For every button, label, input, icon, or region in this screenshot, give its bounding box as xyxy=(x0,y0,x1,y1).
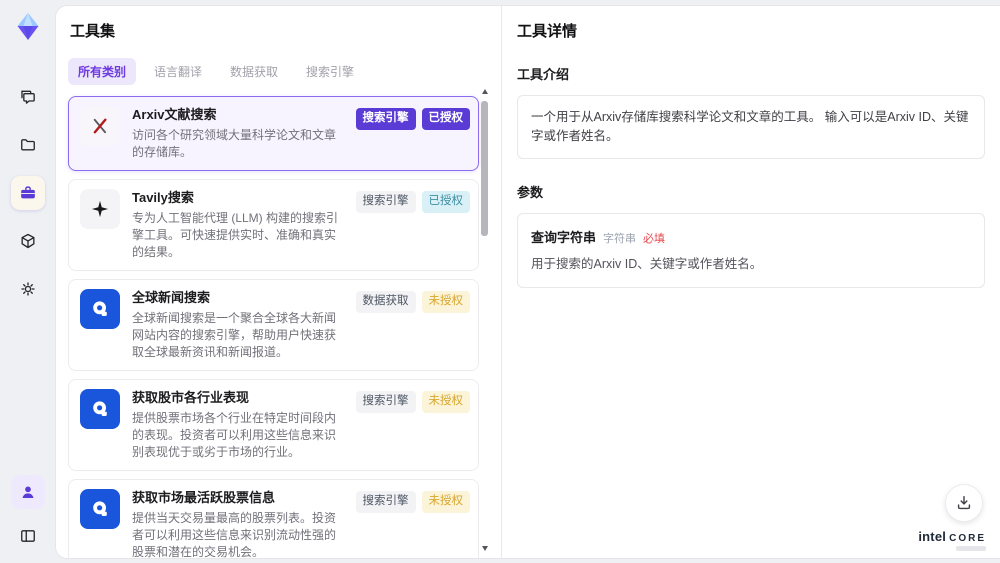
tool-description: 提供当天交易量最高的股票列表。投资者可以利用这些信息来识别流动性强的股票和潜在的… xyxy=(132,511,337,558)
chat-bubbles-icon xyxy=(20,90,35,104)
tool-card-body: Tavily搜索专为人工智能代理 (LLM) 构建的搜索引擎工具。可快速提供实时… xyxy=(132,189,344,261)
tool-icon xyxy=(80,189,120,229)
download-icon xyxy=(957,496,971,510)
gear-icon xyxy=(20,282,35,296)
intel-word: intel xyxy=(918,529,947,544)
tool-name: 获取市场最活跃股票信息 xyxy=(132,490,276,505)
parameter-header: 查询字符串 字符串 必填 xyxy=(531,227,971,246)
tab-2[interactable]: 数据获取 xyxy=(220,58,288,85)
folder-icon xyxy=(20,139,35,151)
news-q-logo-icon xyxy=(93,501,107,516)
arxiv-logo-icon xyxy=(93,118,107,134)
params-section-header: 参数 xyxy=(517,185,544,200)
auth-status-badge: 已授权 xyxy=(421,108,470,130)
tool-name: 全球新闻搜索 xyxy=(132,290,211,305)
news-q-logo-icon xyxy=(93,401,107,416)
tool-icon xyxy=(80,489,120,529)
app-rail xyxy=(0,0,55,563)
parameter-description: 用于搜索的Arxiv ID、关键字或作者姓名。 xyxy=(531,257,763,271)
parameter-type: 字符串 xyxy=(603,233,637,245)
tool-badges: 搜索引擎 已授权 xyxy=(355,106,470,161)
intel-core-wordmark: intel CORE xyxy=(918,529,986,544)
tool-icon xyxy=(80,389,120,429)
tool-card[interactable]: 全球新闻搜索全球新闻搜索是一个聚合全球各大新闻网站内容的搜索引擎，帮助用户快速获… xyxy=(68,279,479,371)
auth-status-badge: 未授权 xyxy=(421,291,470,313)
scroll-down-arrow-icon[interactable] xyxy=(482,546,488,551)
tool-badges: 搜索引擎 未授权 xyxy=(355,389,470,461)
tool-badges: 搜索引擎 未授权 xyxy=(355,489,470,558)
category-badge: 搜索引擎 xyxy=(355,191,416,213)
page-title: 工具集 xyxy=(70,23,116,40)
tool-description: 全球新闻搜索是一个聚合全球各大新闻网站内容的搜索引擎，帮助用户快速获取全球最新资… xyxy=(132,311,337,359)
tool-intro-box: 一个用于从Arxiv存储库搜索科学论文和文章的工具。 输入可以是Arxiv ID… xyxy=(517,95,985,159)
parameter-name: 查询字符串 xyxy=(531,230,597,245)
auth-status-badge: 未授权 xyxy=(421,391,470,413)
tool-description: 访问各个研究领域大量科学论文和文章的存储库。 xyxy=(132,128,337,159)
main-panel: 工具集 所有类别 语言翻译 数据获取 搜索引擎 Arxiv文献搜索 访问各个研究领域大量… xyxy=(55,5,1000,559)
tool-card[interactable]: 获取市场最活跃股票信息提供当天交易量最高的股票列表。投资者可以利用这些信息来识别… xyxy=(68,479,479,558)
tab-1[interactable]: 语言翻译 xyxy=(144,58,212,85)
tool-list: Arxiv文献搜索 访问各个研究领域大量科学论文和文章的存储库。 搜索引擎 已授权 Ta… xyxy=(68,96,479,558)
details-title: 工具详情 xyxy=(517,23,578,40)
rail-item-panel-toggle[interactable] xyxy=(11,519,45,553)
tool-name: Arxiv文献搜索 xyxy=(132,107,217,122)
tool-card[interactable]: Tavily搜索专为人工智能代理 (LLM) 构建的搜索引擎工具。可快速提供实时… xyxy=(68,179,479,271)
parameter-required-badge: 必填 xyxy=(643,233,666,245)
tool-icon xyxy=(80,106,120,146)
category-tabs: 所有类别 语言翻译 数据获取 搜索引擎 xyxy=(68,58,479,85)
parameter-box: 查询字符串 字符串 必填 用于搜索的Arxiv ID、关键字或作者姓名。 xyxy=(517,213,985,288)
category-badge: 数据获取 xyxy=(355,291,416,313)
tool-details-pane: 工具详情 工具介绍 一个用于从Arxiv存储库搜索科学论文和文章的工具。 输入可… xyxy=(501,6,1000,558)
briefcase-icon xyxy=(20,186,35,199)
tool-card-body: Arxiv文献搜索访问各个研究领域大量科学论文和文章的存储库。 xyxy=(132,106,344,161)
scrollbar-thumb[interactable] xyxy=(481,101,488,236)
tavily-star-icon xyxy=(91,200,109,218)
auth-status-badge: 已授权 xyxy=(421,191,470,213)
rail-item-user[interactable] xyxy=(10,475,45,509)
tool-card-body: 全球新闻搜索全球新闻搜索是一个聚合全球各大新闻网站内容的搜索引擎，帮助用户快速获… xyxy=(132,289,344,361)
scroll-up-arrow-icon[interactable] xyxy=(482,89,488,94)
rail-item-files[interactable] xyxy=(11,128,45,162)
tool-card-body: 获取市场最活跃股票信息提供当天交易量最高的股票列表。投资者可以利用这些信息来识别… xyxy=(132,489,344,558)
category-badge: 搜索引擎 xyxy=(355,491,416,513)
category-badge: 搜索引擎 xyxy=(355,108,416,130)
tool-card[interactable]: Arxiv文献搜索访问各个研究领域大量科学论文和文章的存储库。 搜索引擎 已授权 xyxy=(68,96,479,171)
category-badge: 搜索引擎 xyxy=(355,391,416,413)
cube-icon xyxy=(21,233,34,249)
rail-item-settings[interactable] xyxy=(11,272,45,306)
tab-3[interactable]: 搜索引擎 xyxy=(296,58,364,85)
app-logo[interactable] xyxy=(9,8,47,46)
intel-core-logo: intel CORE xyxy=(918,529,986,551)
tool-card-body: 获取股市各行业表现提供股票市场各个行业在特定时间段内的表现。投资者可以利用这些信… xyxy=(132,389,344,461)
layout-panel-icon xyxy=(20,530,35,542)
tool-description: 提供股票市场各个行业在特定时间段内的表现。投资者可以利用这些信息来识别表现优于或… xyxy=(132,411,337,459)
tool-name: Tavily搜索 xyxy=(132,190,194,205)
tool-card[interactable]: 获取股市各行业表现提供股票市场各个行业在特定时间段内的表现。投资者可以利用这些信… xyxy=(68,379,479,471)
user-icon xyxy=(22,486,33,498)
tool-icon xyxy=(80,289,120,329)
tab-0[interactable]: 所有类别 xyxy=(68,58,137,85)
tool-badges: 数据获取 未授权 xyxy=(355,289,470,361)
news-q-logo-icon xyxy=(93,301,107,316)
list-scrollbar[interactable] xyxy=(481,89,488,551)
rail-item-toolbox[interactable] xyxy=(10,176,45,210)
core-word: CORE xyxy=(949,533,986,544)
tool-description: 专为人工智能代理 (LLM) 构建的搜索引擎工具。可快速提供实时、准确和真实的结… xyxy=(132,211,339,259)
tool-badges: 搜索引擎 已授权 xyxy=(355,189,470,261)
rail-item-models[interactable] xyxy=(11,224,45,258)
gem-logo-icon xyxy=(17,13,38,40)
download-button[interactable] xyxy=(945,484,983,522)
auth-status-badge: 未授权 xyxy=(421,491,470,513)
intel-sub-badge xyxy=(956,546,986,551)
intro-section-header: 工具介绍 xyxy=(517,67,570,82)
rail-item-chat[interactable] xyxy=(11,80,45,114)
tool-name: 获取股市各行业表现 xyxy=(132,390,250,405)
tool-intro-text: 一个用于从Arxiv存储库搜索科学论文和文章的工具。 输入可以是Arxiv ID… xyxy=(531,110,969,143)
tool-list-pane: 工具集 所有类别 语言翻译 数据获取 搜索引擎 Arxiv文献搜索 访问各个研究领域大量… xyxy=(56,6,501,558)
